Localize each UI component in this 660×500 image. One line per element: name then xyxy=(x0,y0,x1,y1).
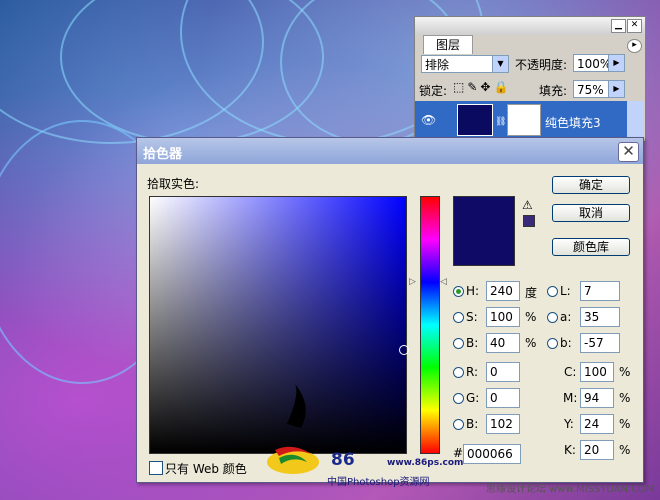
gamut-warning-icon[interactable]: ⚠ xyxy=(522,198,533,212)
m-label: M: xyxy=(563,391,578,405)
k-field[interactable]: 20 xyxy=(580,440,614,460)
blue-radio[interactable] xyxy=(453,419,464,430)
layer-color-thumbnail xyxy=(457,104,493,136)
minimize-icon[interactable]: ▁ xyxy=(611,19,626,33)
link-icon: ⛓ xyxy=(495,117,507,127)
gamut-color-swatch[interactable] xyxy=(523,215,535,227)
cancel-button[interactable]: 取消 xyxy=(552,204,630,222)
b-field[interactable]: -57 xyxy=(580,333,620,353)
s-radio[interactable] xyxy=(453,312,464,323)
m-field[interactable]: 94 xyxy=(580,388,614,408)
close-icon[interactable]: ✕ xyxy=(618,142,639,162)
chevron-right-icon[interactable]: ▶ xyxy=(608,81,624,97)
panel-menu-icon[interactable]: ▸ xyxy=(627,39,642,53)
layers-panel: ▁ ✕ 图层 ▸ 排除 ▼ 不透明度: 100% ▶ 锁定: ⬚✎✥🔒 填充: 75… xyxy=(414,16,646,142)
a-radio[interactable] xyxy=(547,312,558,323)
slider-left-arrow-icon[interactable]: ▷ xyxy=(409,277,416,287)
h-field[interactable]: 240 xyxy=(486,281,520,301)
s-label: S: xyxy=(466,310,478,324)
r-label: R: xyxy=(466,365,479,379)
r-radio[interactable] xyxy=(453,367,464,378)
layer-row[interactable]: 👁 ⛓ 纯色填充3 xyxy=(415,101,627,141)
a-label: a: xyxy=(560,310,572,324)
tab-layers[interactable]: 图层 xyxy=(423,35,473,54)
fill-field[interactable]: 75% ▶ xyxy=(573,80,625,98)
eye-icon[interactable]: 👁 xyxy=(421,113,436,127)
slider-right-arrow-icon[interactable]: ◁ xyxy=(440,277,447,287)
c-unit: % xyxy=(619,365,631,379)
g-radio[interactable] xyxy=(453,393,464,404)
web-colors-checkbox[interactable] xyxy=(149,461,163,475)
l-label: L: xyxy=(560,284,571,298)
b-radio[interactable] xyxy=(547,338,558,349)
layer-name: 纯色填充3 xyxy=(545,116,601,130)
close-panel-icon[interactable]: ✕ xyxy=(627,19,642,33)
k-label: K: xyxy=(564,443,576,457)
dialog-title: 拾色器 xyxy=(143,147,183,162)
layers-scrollbar[interactable] xyxy=(627,101,643,141)
chevron-down-icon: ▼ xyxy=(492,56,508,72)
logo-number: 86 xyxy=(331,450,355,470)
color-library-button[interactable]: 颜色库 xyxy=(552,238,630,256)
pick-solid-label: 拾取实色: xyxy=(147,177,200,191)
h-label: H: xyxy=(466,284,480,298)
logo-caption: 中国Photoshop资源网 xyxy=(327,477,430,488)
y-field[interactable]: 24 xyxy=(580,414,614,434)
fill-label: 填充: xyxy=(539,84,568,98)
g-label: G: xyxy=(466,391,480,405)
blend-mode-select[interactable]: 排除 ▼ xyxy=(421,55,509,73)
logo-url: www.86ps.com xyxy=(387,458,464,468)
y-unit: % xyxy=(619,417,631,431)
h-radio[interactable] xyxy=(453,286,464,297)
color-picker-dialog: 拾色器 ✕ 拾取实色: ▷ ◁ ⚠ 确定 取消 颜色库 H: 240 度 S: … xyxy=(136,137,644,483)
brightness-radio[interactable] xyxy=(453,338,464,349)
brightness-field[interactable]: 40 xyxy=(486,333,520,353)
ok-button[interactable]: 确定 xyxy=(552,176,630,194)
color-preview xyxy=(453,196,515,266)
footer-watermark: 思缘设计论坛 www.MISSYUAN.COM xyxy=(486,484,655,495)
l-field[interactable]: 7 xyxy=(580,281,620,301)
web-colors-label: 只有 Web 颜色 xyxy=(165,462,247,476)
chevron-right-icon[interactable]: ▶ xyxy=(608,55,624,71)
c-label: C: xyxy=(564,365,577,379)
m-unit: % xyxy=(619,391,631,405)
opacity-label: 不透明度: xyxy=(515,58,568,72)
r-field[interactable]: 0 xyxy=(486,362,520,382)
y-label: Y: xyxy=(564,417,574,431)
hex-field[interactable]: 000066 xyxy=(463,444,521,464)
dialog-titlebar: 拾色器 ✕ xyxy=(137,138,643,164)
layers-titlebar: ▁ ✕ xyxy=(415,17,645,35)
blue-field[interactable]: 102 xyxy=(486,414,520,434)
s-field[interactable]: 100 xyxy=(486,307,520,327)
layer-mask-thumbnail xyxy=(507,104,541,136)
opacity-field[interactable]: 100% ▶ xyxy=(573,54,625,72)
blue-label: B: xyxy=(466,417,479,431)
color-cursor[interactable] xyxy=(399,345,409,355)
g-field[interactable]: 0 xyxy=(486,388,520,408)
a-field[interactable]: 35 xyxy=(580,307,620,327)
lock-label: 锁定: xyxy=(419,84,448,98)
h-unit: 度 xyxy=(525,286,538,300)
lock-icons[interactable]: ⬚✎✥🔒 xyxy=(453,80,511,94)
k-unit: % xyxy=(619,443,631,457)
brightness-unit: % xyxy=(525,336,537,350)
hue-slider[interactable] xyxy=(420,196,440,454)
logo-swoosh-icon xyxy=(267,384,319,474)
brightness-label: B: xyxy=(466,336,479,350)
c-field[interactable]: 100 xyxy=(580,362,614,382)
l-radio[interactable] xyxy=(547,286,558,297)
b-label: b: xyxy=(560,336,572,350)
s-unit: % xyxy=(525,310,537,324)
